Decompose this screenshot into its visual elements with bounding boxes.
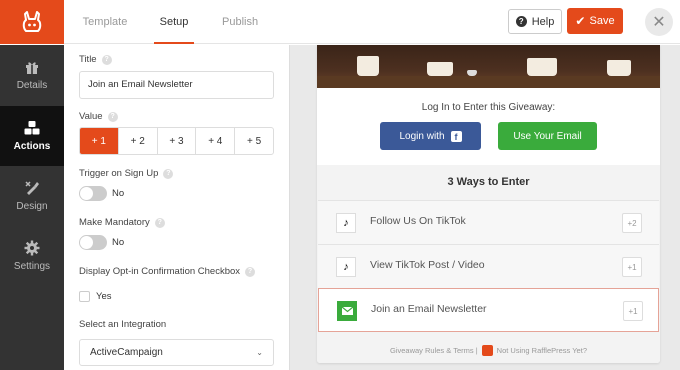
optin-checkbox[interactable] (79, 291, 90, 302)
tiktok-icon: ♪ (336, 257, 356, 277)
sidebar-item-design[interactable]: Design (0, 166, 64, 226)
value-option-4[interactable]: + 4 (195, 128, 234, 154)
entry-points: +1 (623, 301, 643, 321)
trigger-label: Trigger on Sign Up ? (79, 168, 174, 179)
integration-value: ActiveCampaign (90, 347, 163, 358)
entry-view-tiktok[interactable]: ♪ View TikTok Post / Video +1 (318, 244, 659, 288)
chevron-down-icon: ⌄ (256, 348, 263, 357)
candle-jar (527, 58, 557, 76)
entry-follow-tiktok[interactable]: ♪ Follow Us On TikTok +2 (318, 200, 659, 244)
value-option-3[interactable]: + 3 (156, 128, 196, 154)
ways-title: 3 Ways to Enter (447, 176, 530, 188)
email-icon (337, 301, 357, 321)
mandatory-label-text: Make Mandatory (79, 217, 150, 228)
entry-label: View TikTok Post / Video (370, 259, 485, 271)
optin-label: Display Opt-in Confirmation Checkbox ? (79, 266, 256, 277)
tab-publish[interactable]: Publish (222, 0, 258, 44)
checkmark-icon: ✔ (575, 14, 586, 28)
cubes-icon (24, 121, 40, 135)
trigger-toggle[interactable] (79, 186, 107, 201)
gift-icon (26, 62, 38, 74)
left-sidebar: Details Actions Design Settings (0, 45, 64, 370)
integration-select[interactable]: ActiveCampaign ⌄ (79, 339, 274, 366)
title-input[interactable]: Join an Email Newsletter (79, 71, 274, 99)
mandatory-toggle[interactable] (79, 235, 107, 250)
rabbit-icon (22, 11, 42, 32)
value-label: Value ? (79, 111, 118, 122)
facebook-login-label: Login with (399, 130, 445, 142)
help-button[interactable]: ? Help (508, 9, 562, 34)
gear-icon (24, 240, 40, 256)
sidebar-item-details[interactable]: Details (0, 45, 64, 105)
settings-panel: Title ? Join an Email Newsletter Value ?… (64, 45, 289, 370)
optin-checkbox-row: Yes (79, 291, 112, 302)
help-icon: ? (515, 16, 527, 27)
mandatory-toggle-row: No (79, 235, 124, 250)
envelope-icon (341, 307, 353, 315)
value-label-text: Value (79, 111, 103, 122)
value-option-5[interactable]: + 5 (234, 128, 273, 154)
entry-label: Follow Us On TikTok (370, 215, 466, 227)
sidebar-item-label: Design (16, 201, 48, 212)
entry-points: +1 (622, 257, 642, 277)
sidebar-item-label: Settings (13, 261, 51, 272)
entry-label: Join an Email Newsletter (371, 303, 487, 315)
brush-icon (25, 181, 39, 195)
mandatory-state: No (112, 237, 125, 248)
help-tooltip-icon[interactable]: ? (107, 111, 118, 122)
rafflepress-logo[interactable] (0, 0, 64, 44)
candle-jar (357, 56, 379, 76)
login-prompt: Log In to Enter this Giveaway: (421, 102, 556, 113)
trigger-label-text: Trigger on Sign Up (79, 168, 159, 179)
help-tooltip-icon[interactable]: ? (154, 217, 165, 228)
mandatory-label: Make Mandatory ? (79, 217, 165, 228)
title-label-text: Title (79, 54, 97, 65)
integration-label: Select an Integration (79, 319, 166, 330)
rules-link[interactable]: Giveaway Rules & Terms | (390, 346, 478, 355)
save-label: Save (589, 15, 615, 27)
integration-label-text: Select an Integration (79, 319, 167, 330)
value-option-1[interactable]: + 1 (80, 128, 118, 154)
facebook-login-button[interactable]: Login with f (380, 122, 481, 150)
help-tooltip-icon[interactable]: ? (101, 54, 112, 65)
tab-template[interactable]: Template (80, 0, 130, 44)
giveaway-card: Log In to Enter this Giveaway: Login wit… (317, 45, 660, 363)
giveaway-footer: Giveaway Rules & Terms | Not Using Raffl… (317, 345, 660, 356)
title-label: Title ? (79, 54, 112, 65)
giveaway-preview: Log In to Enter this Giveaway: Login wit… (289, 45, 680, 370)
candle-jar (427, 62, 453, 76)
facebook-icon: f (450, 130, 462, 142)
help-tooltip-icon[interactable]: ? (163, 168, 174, 179)
sidebar-item-actions[interactable]: Actions (0, 106, 64, 166)
optin-label-text: Display Opt-in Confirmation Checkbox (79, 266, 241, 277)
email-login-button[interactable]: Use Your Email (498, 122, 597, 150)
save-button[interactable]: ✔ Save (567, 8, 623, 34)
entry-email-newsletter[interactable]: Join an Email Newsletter +1 (318, 288, 659, 332)
value-option-2[interactable]: + 2 (117, 128, 157, 154)
promo-link[interactable]: Not Using RafflePress Yet? (497, 346, 587, 355)
optin-checkbox-label: Yes (96, 291, 112, 302)
tiktok-icon: ♪ (336, 213, 356, 233)
sidebar-item-settings[interactable]: Settings (0, 226, 64, 286)
sidebar-item-label: Details (16, 80, 48, 91)
close-icon: ✕ (652, 14, 666, 31)
help-label: Help (531, 15, 555, 28)
rafflepress-mini-logo (481, 345, 493, 356)
trigger-state: No (112, 188, 125, 199)
help-tooltip-icon[interactable]: ? (245, 266, 256, 277)
tab-setup[interactable]: Setup (154, 0, 194, 44)
entry-points: +2 (622, 213, 642, 233)
ways-to-enter-section: 3 Ways to Enter ♪ Follow Us On TikTok +2… (317, 165, 660, 363)
sidebar-item-label: Actions (13, 141, 51, 152)
value-selector: + 1 + 2 + 3 + 4 + 5 (79, 127, 274, 155)
table-surface (317, 76, 660, 88)
top-bar: Template Setup Publish ? Help ✔ Save ✕ (0, 0, 680, 44)
giveaway-hero-image (317, 45, 660, 88)
candle-jar (607, 60, 631, 76)
close-button[interactable]: ✕ (645, 8, 673, 36)
trigger-toggle-row: No (79, 186, 124, 201)
